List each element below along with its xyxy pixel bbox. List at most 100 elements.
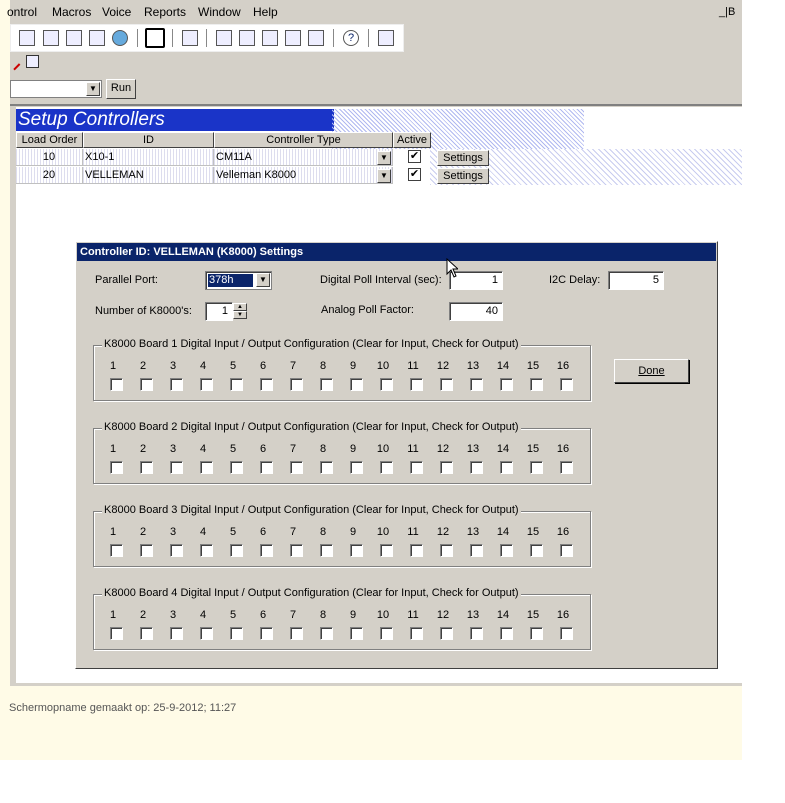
num-k8000-input[interactable]: 1	[205, 302, 233, 321]
spin-down-icon[interactable]: ▼	[233, 311, 247, 319]
channel-15-checkbox[interactable]	[530, 544, 543, 557]
window-icon[interactable]	[262, 30, 278, 46]
channel-16-checkbox[interactable]	[560, 461, 573, 474]
channel-16-checkbox[interactable]	[560, 544, 573, 557]
channel-9-checkbox[interactable]	[350, 378, 363, 391]
menu-window[interactable]: Window	[198, 5, 241, 19]
channel-4-checkbox[interactable]	[200, 378, 213, 391]
channel-6-checkbox[interactable]	[260, 627, 273, 640]
spin-up-icon[interactable]: ▲	[233, 303, 247, 311]
menu-help[interactable]: Help	[253, 5, 278, 19]
channel-12-checkbox[interactable]	[440, 544, 453, 557]
form-icon[interactable]	[239, 30, 255, 46]
tree-icon[interactable]	[308, 30, 324, 46]
list-icon[interactable]	[182, 30, 198, 46]
done-button[interactable]: Done	[614, 359, 689, 383]
channel-1-checkbox[interactable]	[110, 544, 123, 557]
channel-2-checkbox[interactable]	[140, 544, 153, 557]
channel-6-checkbox[interactable]	[260, 461, 273, 474]
parallel-port-combo[interactable]: 378h ▼	[205, 271, 272, 290]
channel-10-checkbox[interactable]	[380, 461, 393, 474]
channel-10-checkbox[interactable]	[380, 378, 393, 391]
channel-2-checkbox[interactable]	[140, 627, 153, 640]
cell-load-order[interactable]: 20	[16, 167, 83, 184]
settings-button[interactable]: Settings	[437, 150, 489, 166]
channel-14-checkbox[interactable]	[500, 461, 513, 474]
clock-icon[interactable]	[145, 28, 165, 48]
channel-12-checkbox[interactable]	[440, 627, 453, 640]
channel-15-checkbox[interactable]	[530, 461, 543, 474]
column-header-load-order[interactable]: Load Order	[16, 132, 83, 148]
analog-poll-input[interactable]: 40	[449, 302, 503, 321]
macro-combo[interactable]: ▼	[10, 80, 102, 98]
channel-14-checkbox[interactable]	[500, 627, 513, 640]
channel-1-checkbox[interactable]	[110, 378, 123, 391]
monitor-icon[interactable]	[89, 30, 105, 46]
exit-icon[interactable]	[26, 55, 39, 68]
channel-6-checkbox[interactable]	[260, 544, 273, 557]
channel-13-checkbox[interactable]	[470, 378, 483, 391]
globe-icon[interactable]	[112, 30, 128, 46]
active-checkbox[interactable]: ✔	[408, 168, 421, 181]
channel-4-checkbox[interactable]	[200, 461, 213, 474]
i2c-delay-input[interactable]: 5	[608, 271, 664, 290]
chevron-down-icon[interactable]: ▼	[86, 82, 100, 96]
channel-13-checkbox[interactable]	[470, 627, 483, 640]
channel-8-checkbox[interactable]	[320, 378, 333, 391]
channel-3-checkbox[interactable]	[170, 544, 183, 557]
channel-5-checkbox[interactable]	[230, 378, 243, 391]
num-k8000-spinner[interactable]: ▲ ▼	[233, 303, 247, 320]
cell-id[interactable]: X10-1	[83, 149, 214, 166]
settings-button[interactable]: Settings	[437, 168, 489, 184]
channel-6-checkbox[interactable]	[260, 378, 273, 391]
chevron-down-icon[interactable]: ▼	[377, 151, 391, 165]
channel-7-checkbox[interactable]	[290, 461, 303, 474]
channel-8-checkbox[interactable]	[320, 461, 333, 474]
channel-10-checkbox[interactable]	[380, 544, 393, 557]
channel-11-checkbox[interactable]	[410, 461, 423, 474]
channel-9-checkbox[interactable]	[350, 627, 363, 640]
channel-10-checkbox[interactable]	[380, 627, 393, 640]
channel-8-checkbox[interactable]	[320, 627, 333, 640]
mdi-window-buttons[interactable]: _|B	[719, 6, 741, 20]
channel-14-checkbox[interactable]	[500, 378, 513, 391]
channel-11-checkbox[interactable]	[410, 627, 423, 640]
channel-13-checkbox[interactable]	[470, 544, 483, 557]
channel-9-checkbox[interactable]	[350, 544, 363, 557]
channel-4-checkbox[interactable]	[200, 627, 213, 640]
help-icon[interactable]: ?	[343, 30, 359, 46]
channel-15-checkbox[interactable]	[530, 627, 543, 640]
menu-reports[interactable]: Reports	[144, 5, 186, 19]
channel-2-checkbox[interactable]	[140, 461, 153, 474]
channel-1-checkbox[interactable]	[110, 461, 123, 474]
channel-3-checkbox[interactable]	[170, 461, 183, 474]
column-header-id[interactable]: ID	[83, 132, 214, 148]
channel-5-checkbox[interactable]	[230, 627, 243, 640]
chevron-down-icon[interactable]: ▼	[377, 169, 391, 183]
camera-icon[interactable]	[43, 30, 59, 46]
channel-3-checkbox[interactable]	[170, 378, 183, 391]
channel-11-checkbox[interactable]	[410, 378, 423, 391]
channel-7-checkbox[interactable]	[290, 544, 303, 557]
channel-12-checkbox[interactable]	[440, 461, 453, 474]
channel-7-checkbox[interactable]	[290, 627, 303, 640]
grid-icon[interactable]	[216, 30, 232, 46]
channel-7-checkbox[interactable]	[290, 378, 303, 391]
channel-16-checkbox[interactable]	[560, 627, 573, 640]
run-button[interactable]: Run	[106, 79, 136, 99]
pencil-icon[interactable]	[7, 57, 21, 71]
channel-11-checkbox[interactable]	[410, 544, 423, 557]
column-header-active[interactable]: Active	[393, 132, 431, 148]
channel-1-checkbox[interactable]	[110, 627, 123, 640]
column-header-controller-type[interactable]: Controller Type	[214, 132, 393, 148]
cell-controller-type[interactable]: Velleman K8000	[214, 167, 393, 184]
tools-icon[interactable]	[378, 30, 394, 46]
channel-12-checkbox[interactable]	[440, 378, 453, 391]
channel-16-checkbox[interactable]	[560, 378, 573, 391]
channel-3-checkbox[interactable]	[170, 627, 183, 640]
controller-icon[interactable]	[19, 30, 35, 46]
channel-9-checkbox[interactable]	[350, 461, 363, 474]
menu-voice[interactable]: Voice	[102, 5, 131, 19]
channel-2-checkbox[interactable]	[140, 378, 153, 391]
channel-4-checkbox[interactable]	[200, 544, 213, 557]
